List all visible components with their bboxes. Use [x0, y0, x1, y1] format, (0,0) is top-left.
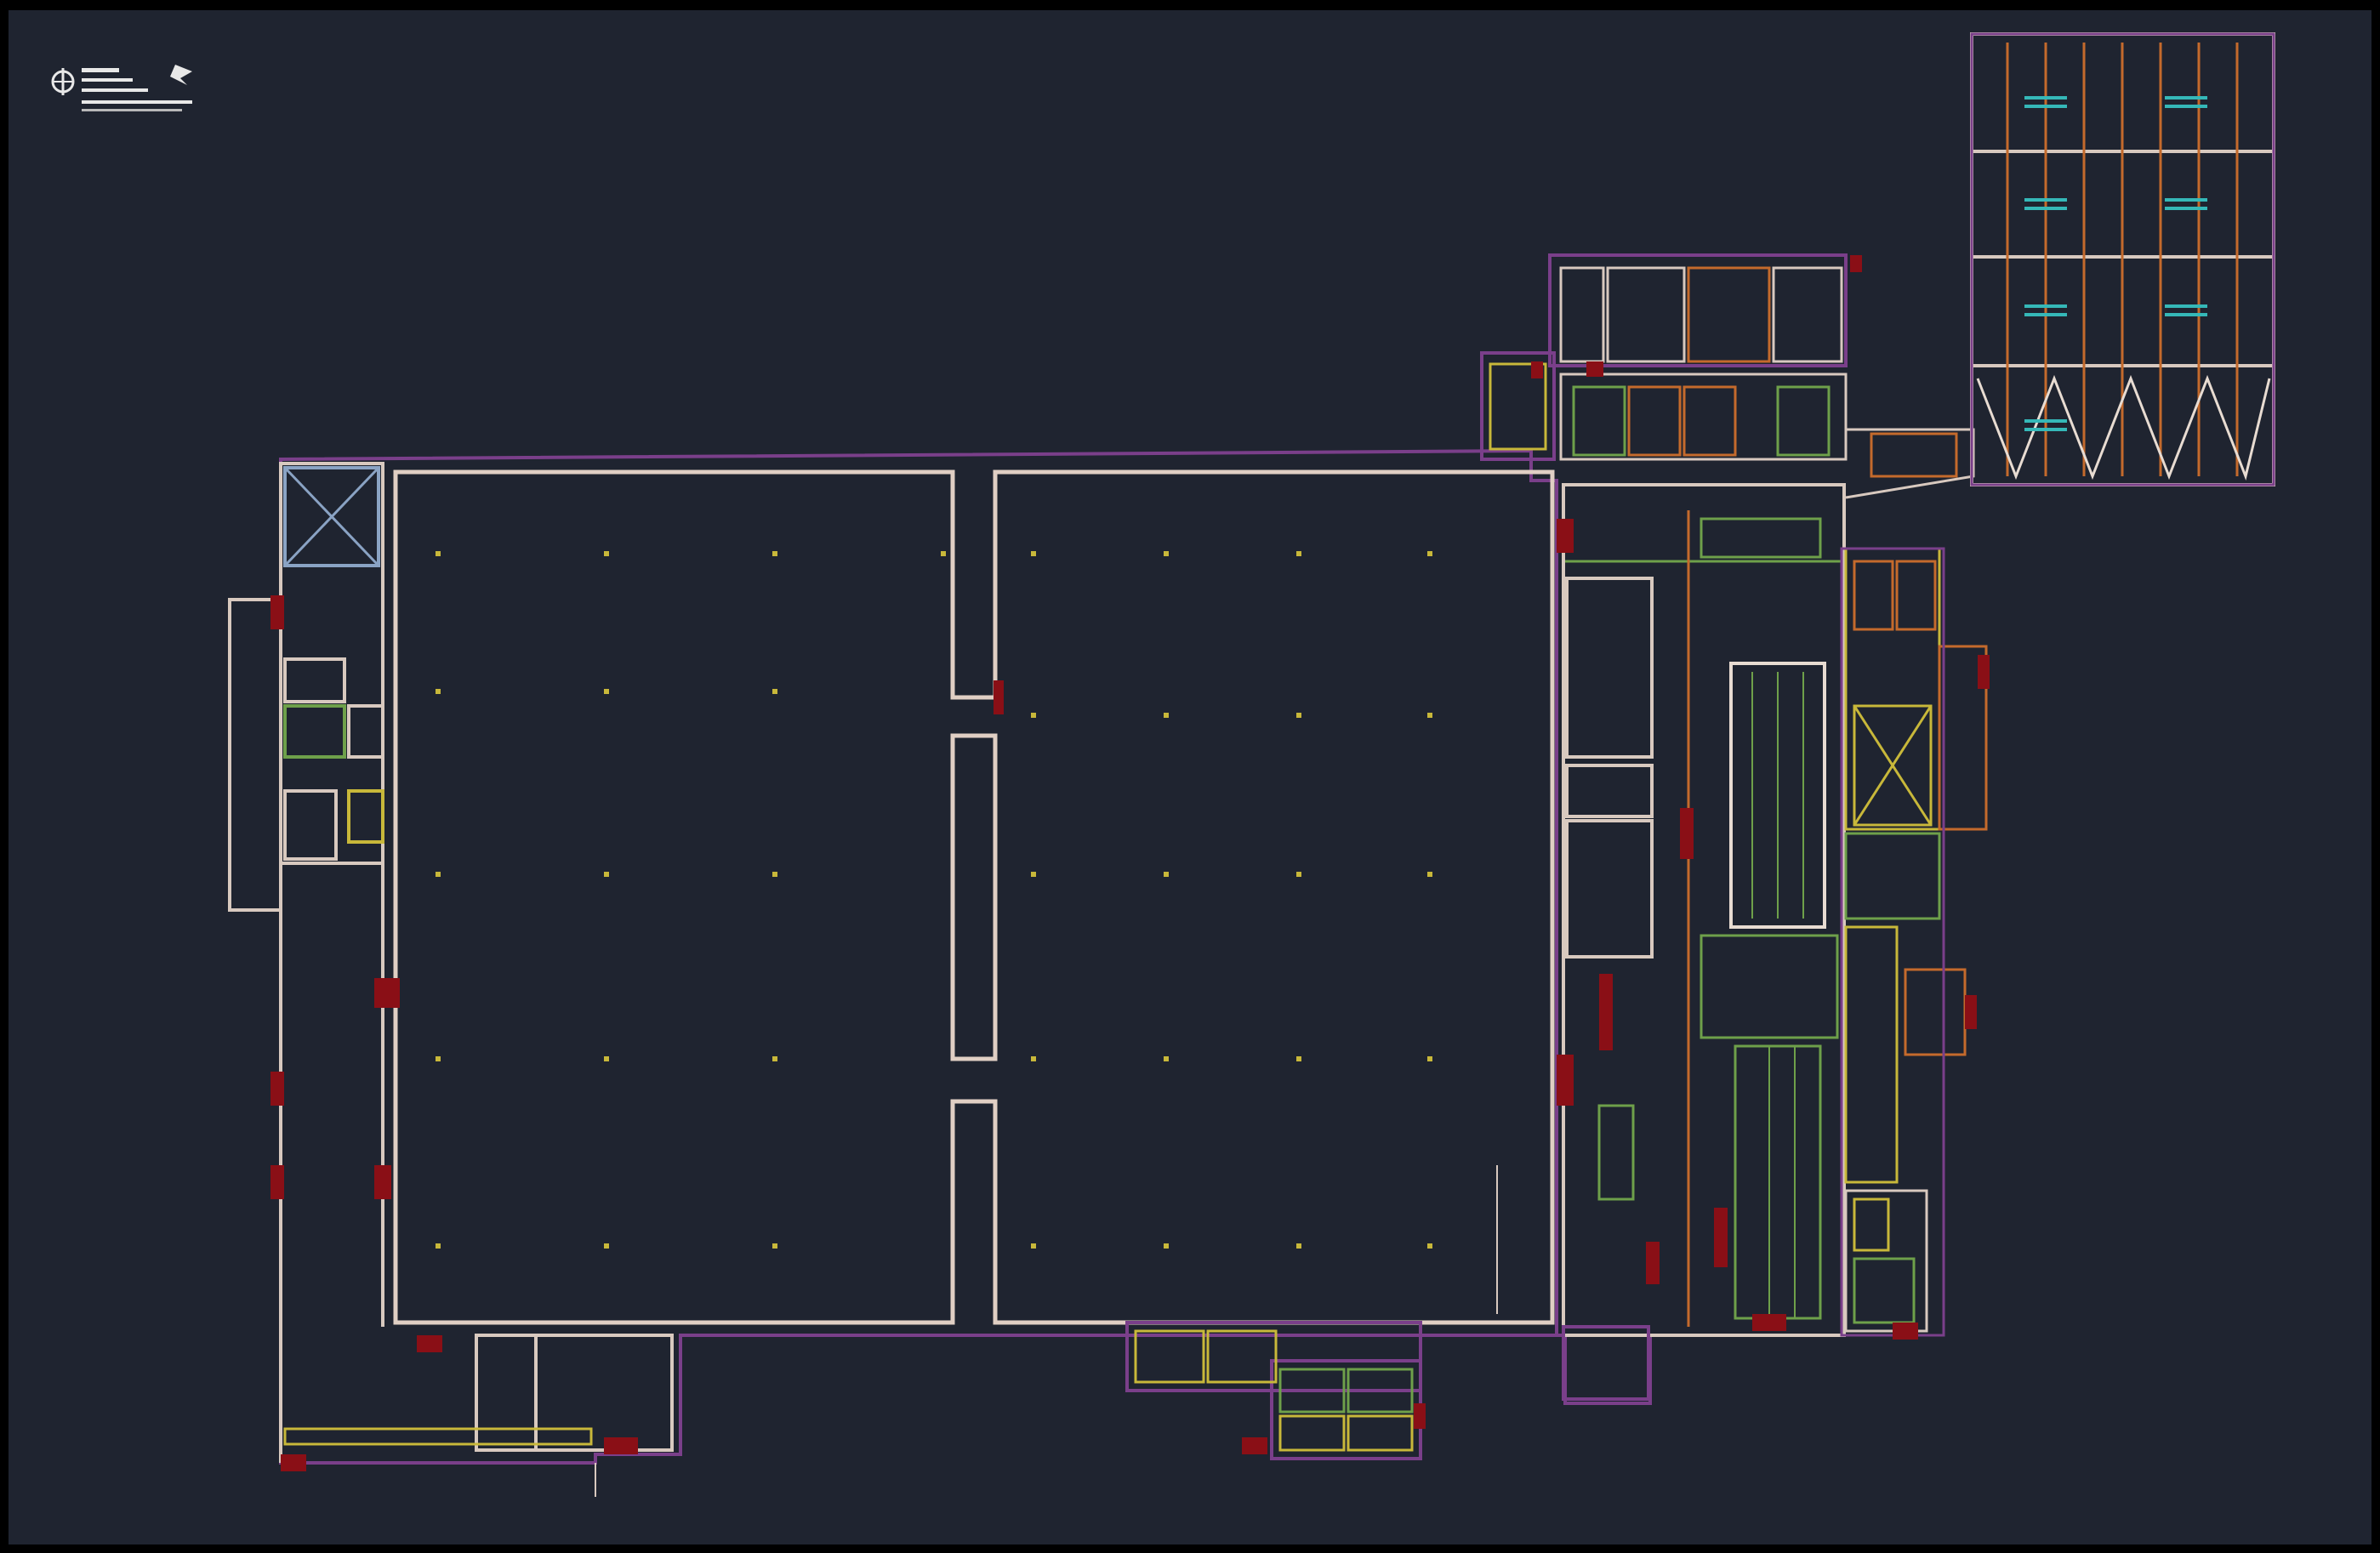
title-line-1 — [82, 68, 119, 72]
drawing-background — [9, 10, 2371, 1544]
title-line-3 — [82, 88, 148, 92]
title-line-4 — [82, 100, 192, 104]
title-line-2 — [82, 78, 133, 82]
floor-plan-canvas — [0, 0, 2380, 1553]
title-line-5 — [82, 109, 182, 111]
